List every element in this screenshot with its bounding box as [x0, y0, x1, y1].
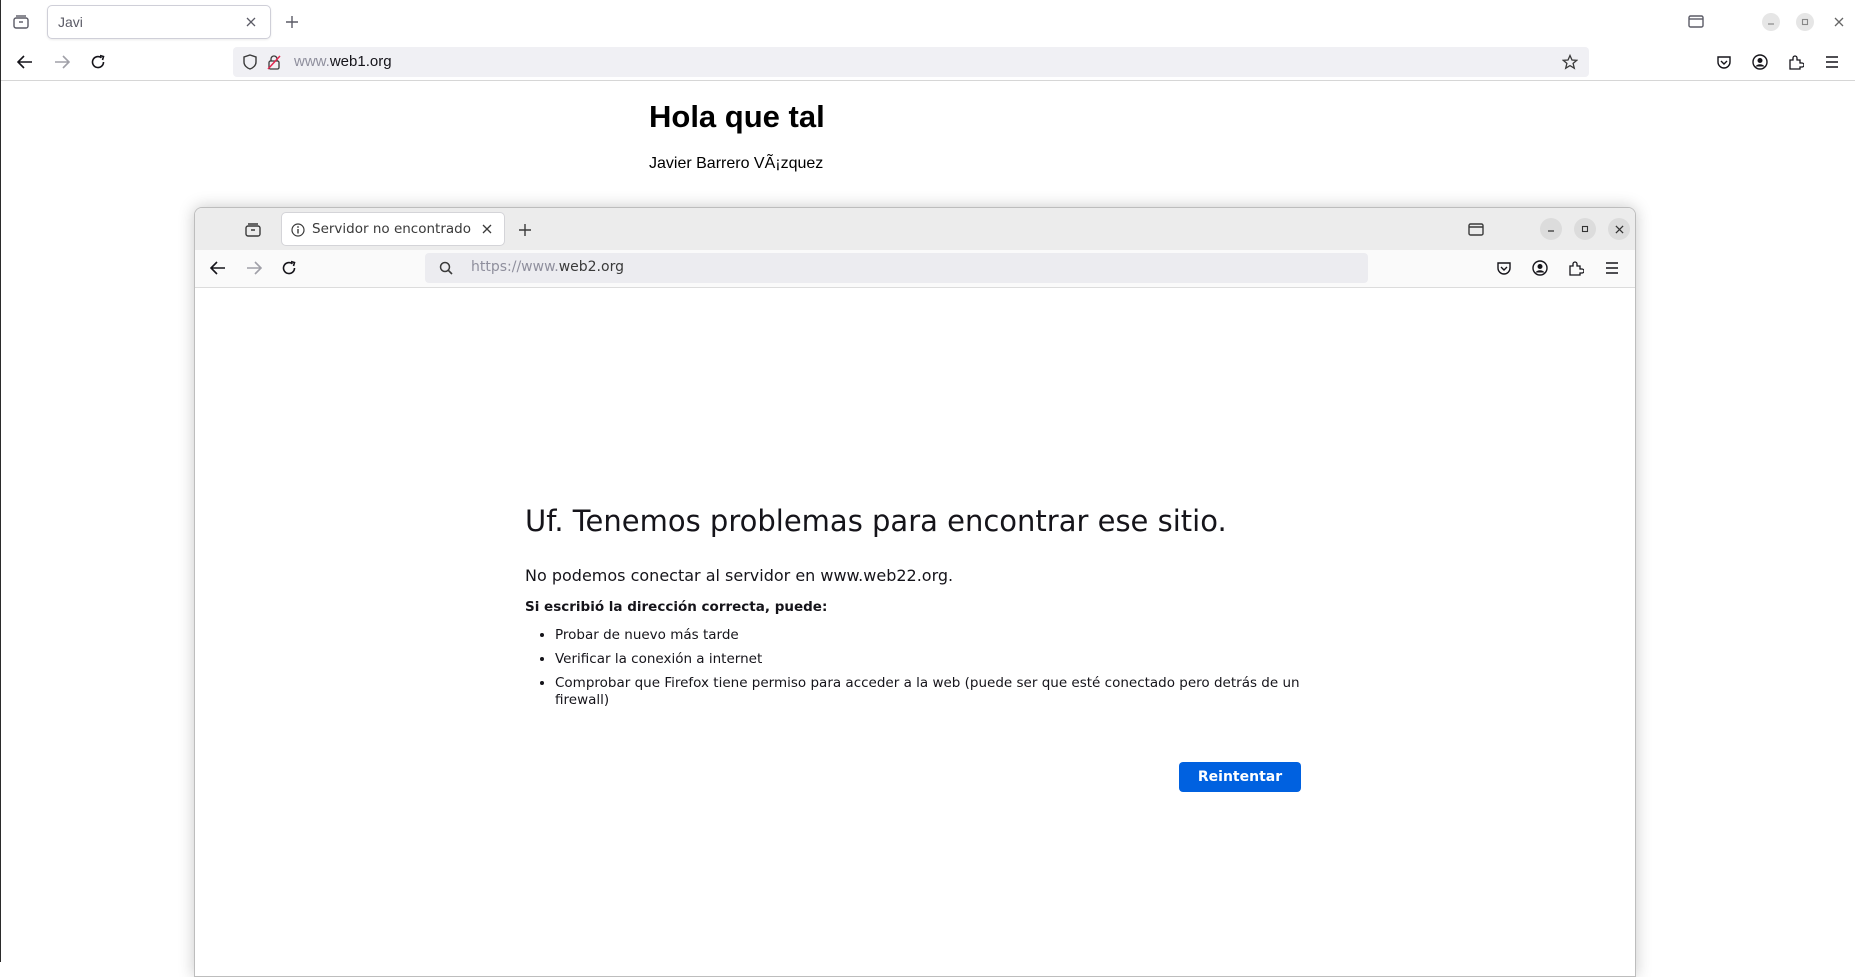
insecure-lock-icon[interactable]: [265, 53, 283, 71]
reload-icon[interactable]: [88, 52, 108, 72]
close-window-button[interactable]: [1608, 218, 1630, 240]
close-window-button[interactable]: [1830, 13, 1848, 31]
suggestion-item: Comprobar que Firefox tiene permiso para…: [555, 675, 1315, 709]
tab-javi[interactable]: Javi: [47, 5, 271, 39]
back-icon[interactable]: [208, 258, 228, 278]
url-prefix: https://www.: [471, 259, 559, 275]
search-icon: [437, 259, 455, 277]
url-bar[interactable]: https://www.web2.org: [425, 253, 1368, 283]
error-title: Uf. Tenemos problemas para encontrar ese…: [525, 504, 1227, 538]
forward-icon[interactable]: [244, 258, 264, 278]
plus-icon: [286, 16, 298, 28]
browser-tab-icon[interactable]: [1465, 220, 1487, 238]
url-domain: web1.org: [329, 53, 392, 70]
reload-icon[interactable]: [279, 258, 299, 278]
extensions-icon[interactable]: [1566, 258, 1586, 278]
menu-icon[interactable]: [1822, 52, 1842, 72]
plus-icon: [519, 224, 531, 236]
outer-tab-bar: Javi: [1, 0, 1855, 43]
error-content: Uf. Tenemos problemas para encontrar ese…: [525, 504, 1315, 716]
url-bar[interactable]: www.web1.org: [233, 47, 1589, 77]
browser-tab-icon[interactable]: [1685, 12, 1707, 30]
outer-nav-bar: www.web1.org: [1, 43, 1855, 81]
tab-list-icon[interactable]: [11, 12, 31, 32]
back-icon[interactable]: [15, 52, 35, 72]
minimize-button[interactable]: [1762, 13, 1780, 31]
pocket-icon[interactable]: [1494, 258, 1514, 278]
suggestion-item: Probar de nuevo más tarde: [555, 627, 1315, 644]
account-icon[interactable]: [1750, 52, 1770, 72]
new-tab-button[interactable]: [515, 220, 535, 240]
inner-browser-window: Servidor no encontrado https://www.web2.…: [194, 207, 1636, 977]
tab-servidor-no-encontrado[interactable]: Servidor no encontrado: [281, 212, 505, 246]
forward-icon[interactable]: [52, 52, 72, 72]
suggestion-item: Verificar la conexión a internet: [555, 651, 1315, 668]
page-heading: Hola que tal: [649, 99, 825, 134]
suggestion-list: Probar de nuevo más tarde Verificar la c…: [525, 627, 1315, 709]
retry-button[interactable]: Reintentar: [1179, 762, 1301, 792]
error-description: No podemos conectar al servidor en www.w…: [525, 566, 954, 585]
menu-icon[interactable]: [1602, 258, 1622, 278]
shield-icon[interactable]: [241, 53, 259, 71]
maximize-button[interactable]: [1574, 218, 1596, 240]
inner-nav-bar: https://www.web2.org: [195, 250, 1635, 288]
url-text: https://www.web2.org: [471, 259, 624, 275]
error-subheading: Si escribió la dirección correcta, puede…: [525, 599, 828, 615]
star-icon[interactable]: [1561, 53, 1579, 71]
pocket-icon[interactable]: [1714, 52, 1734, 72]
url-prefix: www.: [294, 53, 330, 70]
new-tab-button[interactable]: [282, 12, 302, 32]
info-icon: [290, 222, 306, 238]
maximize-button[interactable]: [1796, 13, 1814, 31]
tab-title: Javi: [58, 14, 83, 30]
inner-tab-bar: Servidor no encontrado: [195, 208, 1635, 250]
minimize-button[interactable]: [1540, 218, 1562, 240]
url-text: www.web1.org: [294, 53, 392, 70]
url-domain: web2.org: [558, 259, 624, 275]
extensions-icon[interactable]: [1786, 52, 1806, 72]
close-icon[interactable]: [480, 222, 494, 236]
account-icon[interactable]: [1530, 258, 1550, 278]
page-author: Javier Barrero VÃ¡zquez: [649, 155, 824, 172]
tab-list-icon[interactable]: [243, 220, 263, 240]
close-icon[interactable]: [244, 15, 258, 29]
tab-title: Servidor no encontrado: [312, 221, 471, 237]
